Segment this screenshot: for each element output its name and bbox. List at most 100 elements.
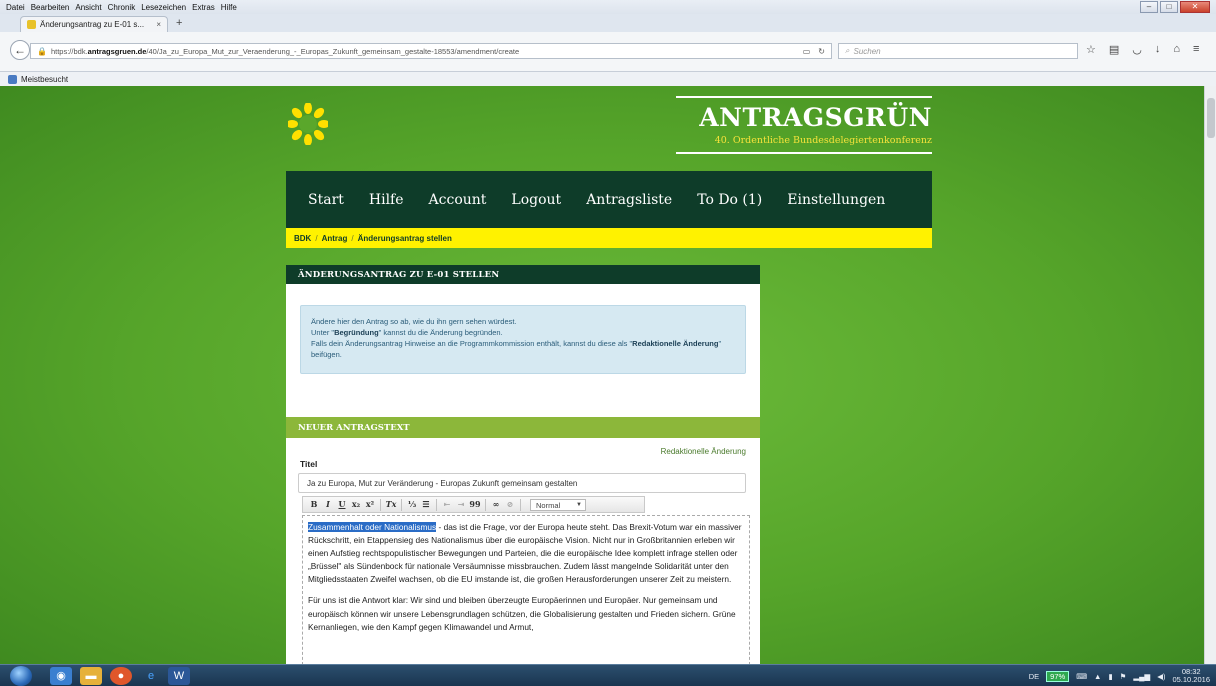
flag-icon[interactable]: ⚑ [1120, 672, 1127, 681]
reader-view-icon[interactable]: ▭ [803, 47, 811, 56]
menu-extras[interactable]: Extras [192, 3, 215, 12]
reload-icon[interactable]: ↻ [818, 47, 825, 56]
bold-button[interactable]: B [307, 498, 321, 511]
minimize-button[interactable]: – [1140, 1, 1158, 13]
star-icon[interactable]: ☆ [1086, 43, 1096, 56]
indent-icon[interactable]: ⇥ [454, 498, 468, 511]
menu-icon[interactable]: ≡ [1193, 43, 1199, 56]
link-icon[interactable]: ∞ [489, 498, 503, 511]
navigation-bar: ← 🔒 https://bdk.antragsgruen.de/40/Ja_zu… [0, 32, 1216, 72]
bullet-list-icon[interactable]: ☰ [419, 498, 433, 511]
clock-date: 05.10.2016 [1172, 675, 1210, 684]
breadcrumb-separator: / [351, 233, 354, 243]
explorer-taskbar-icon[interactable]: ▬ [80, 667, 102, 685]
keyboard-icon[interactable]: ⌨ [1076, 672, 1087, 681]
window-controls: – □ ✕ [1140, 1, 1210, 13]
nav-account[interactable]: Account [429, 192, 487, 208]
tray-chevron-icon[interactable]: ▲ [1094, 672, 1101, 681]
system-tray: DE 97% ⌨ ▲ ▮ ⚑ ▂▄▆ ◀) 08:32 05.10.2016 [1029, 668, 1210, 684]
bookmark-meistbesucht[interactable]: Meistbesucht [21, 75, 68, 84]
back-button[interactable]: ← [10, 40, 30, 60]
nav-einstellungen[interactable]: Einstellungen [787, 192, 885, 208]
home-icon[interactable]: ⌂ [1173, 43, 1180, 56]
bookmark-folder-icon [8, 74, 17, 84]
editor-toolbar: B I U x₂ x² Tx ⅓ ☰ ⇤ ⇥ 99 ∞ ⊘ Normal ▼ [302, 496, 645, 513]
amendment-form-card: ÄNDERUNGSANTRAG ZU E-01 STELLEN Ändere h… [286, 265, 760, 664]
start-button[interactable] [10, 666, 32, 686]
url-host-bold: antragsgruen.de [87, 46, 147, 56]
vertical-scrollbar[interactable] [1204, 86, 1216, 664]
subscript-button[interactable]: x₂ [349, 498, 363, 511]
format-select-value: Normal [536, 500, 561, 510]
url-text: https://bdk.antragsgruen.de/40/Ja_zu_Eur… [50, 46, 520, 56]
nav-hilfe[interactable]: Hilfe [369, 192, 404, 208]
maximize-button[interactable]: □ [1160, 1, 1178, 13]
menu-bearbeiten[interactable]: Bearbeiten [31, 3, 70, 12]
browser-chrome: Datei Bearbeiten Ansicht Chronik Lesezei… [0, 0, 1216, 86]
ordered-list-icon[interactable]: ⅓ [405, 498, 419, 511]
clear-format-button[interactable]: Tx [384, 498, 398, 511]
brand-subtitle: 40. Ordentliche Bundesdelegiertenkonfere… [676, 135, 932, 154]
section-heading-new-text: NEUER ANTRAGSTEXT [286, 417, 760, 438]
breadcrumb-antrag[interactable]: Antrag [322, 234, 348, 243]
network-icon[interactable]: ▮ [1108, 672, 1112, 681]
sunflower-logo-icon[interactable] [288, 103, 328, 145]
breadcrumb-bdk[interactable]: BDK [294, 234, 311, 243]
blockquote-button[interactable]: 99 [468, 498, 482, 511]
menu-datei[interactable]: Datei [6, 3, 25, 12]
motion-text-editor[interactable]: Zusammenhalt oder Nationalismus - das is… [302, 515, 750, 664]
nav-antragsliste[interactable]: Antragsliste [586, 192, 672, 208]
menu-chronik[interactable]: Chronik [108, 3, 136, 12]
firefox-taskbar-icon[interactable]: ● [110, 667, 132, 685]
tab-close-icon[interactable]: × [156, 20, 161, 29]
hint-line-1: Ändere hier den Antrag so ab, wie du ihn… [311, 317, 517, 326]
title-input[interactable]: Ja zu Europa, Mut zur Veränderung - Euro… [298, 473, 746, 493]
editorial-change-link[interactable]: Redaktionelle Änderung [661, 447, 746, 456]
main-navigation: Start Hilfe Account Logout Antragsliste … [286, 171, 932, 228]
breadcrumb: BDK / Antrag / Änderungsantrag stellen [286, 228, 932, 248]
nav-todo[interactable]: To Do (1) [697, 192, 762, 208]
new-tab-button[interactable]: + [176, 17, 182, 29]
url-actions: ▭ ↻ [803, 47, 831, 56]
nav-logout[interactable]: Logout [511, 192, 561, 208]
browser-tab[interactable]: Änderungsantrag zu E-01 s... × [20, 16, 168, 32]
italic-button[interactable]: I [321, 498, 335, 511]
windows-taskbar: ◉ ▬ ● e W DE 97% ⌨ ▲ ▮ ⚑ ▂▄▆ ◀) 08:32 05… [0, 664, 1216, 686]
close-window-button[interactable]: ✕ [1180, 1, 1210, 13]
menu-lesezeichen[interactable]: Lesezeichen [141, 3, 186, 12]
nav-start[interactable]: Start [308, 192, 344, 208]
volume-icon[interactable]: ◀) [1157, 672, 1165, 681]
outdent-icon[interactable]: ⇤ [440, 498, 454, 511]
toolbar-divider [401, 498, 402, 511]
toolbar-divider [520, 498, 521, 511]
url-bar[interactable]: 🔒 https://bdk.antragsgruen.de/40/Ja_zu_E… [30, 43, 832, 59]
underline-button[interactable]: U [335, 498, 349, 511]
unlink-icon[interactable]: ⊘ [503, 498, 517, 511]
toolbar-divider [485, 498, 486, 511]
info-alert: Ändere hier den Antrag so ab, wie du ihn… [300, 305, 746, 374]
pocket-icon[interactable]: ◡ [1132, 43, 1142, 56]
chevron-down-icon: ▼ [576, 501, 582, 508]
ie-taskbar-icon[interactable]: ◉ [50, 667, 72, 685]
battery-indicator[interactable]: 97% [1046, 670, 1070, 682]
format-select[interactable]: Normal ▼ [530, 498, 586, 511]
language-indicator[interactable]: DE [1029, 672, 1039, 681]
edge-taskbar-icon[interactable]: e [140, 667, 162, 685]
reading-list-icon[interactable]: ▤ [1109, 43, 1119, 56]
favicon-icon [27, 20, 36, 29]
superscript-button[interactable]: x² [363, 498, 377, 511]
signal-icon[interactable]: ▂▄▆ [1133, 672, 1150, 681]
download-icon[interactable]: ↓ [1155, 43, 1161, 56]
tab-title: Änderungsantrag zu E-01 s... [40, 20, 145, 29]
breadcrumb-separator: / [315, 233, 318, 243]
editor-paragraph-1: Zusammenhalt oder Nationalismus - das is… [308, 522, 742, 585]
form-heading: ÄNDERUNGSANTRAG ZU E-01 STELLEN [286, 265, 760, 284]
word-taskbar-icon[interactable]: W [168, 667, 190, 685]
scrollbar-thumb[interactable] [1207, 98, 1215, 138]
search-bar[interactable]: ⌕ Suchen [838, 43, 1078, 59]
menu-hilfe[interactable]: Hilfe [221, 3, 237, 12]
bookmarks-bar: Meistbesucht [0, 72, 1216, 86]
brand-title[interactable]: ANTRAGSGRÜN [676, 104, 932, 132]
system-clock[interactable]: 08:32 05.10.2016 [1172, 668, 1210, 684]
menu-ansicht[interactable]: Ansicht [75, 3, 101, 12]
